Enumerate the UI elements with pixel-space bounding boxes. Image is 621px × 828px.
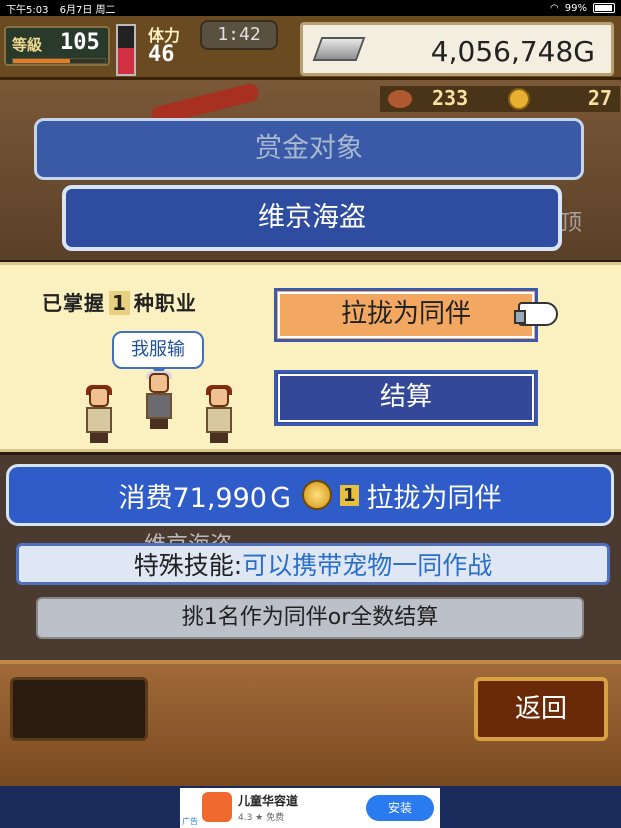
ad-tag: 广告 — [182, 817, 198, 826]
money-value: 4,056,748G — [430, 35, 595, 68]
pirate-character-right — [200, 385, 238, 443]
character-head — [209, 387, 229, 407]
recruit-button[interactable]: 拉拢为同伴 — [274, 288, 538, 342]
gold-coin-icon — [301, 480, 332, 510]
level-progress-fill — [13, 59, 71, 63]
jobs-mastered: 已掌握 1 种职业 — [42, 287, 197, 316]
sub-hud: 233 27 — [380, 86, 620, 112]
medal-count: 27 — [587, 86, 612, 110]
medal-icon — [508, 88, 530, 110]
pointing-hand-icon — [514, 302, 558, 326]
status-date: 6月7日 周二 — [59, 4, 116, 16]
fish-icon — [388, 90, 412, 108]
viking-character — [140, 371, 178, 429]
level-value: 105 — [60, 30, 100, 55]
pirate-character-left — [80, 385, 118, 443]
cost-prefix: 消费71,990Ｇ — [118, 482, 294, 514]
hint-bar: 挑1名作为同伴or全数结算 — [36, 597, 584, 639]
cost-suffix: 拉拢为同伴 — [366, 482, 502, 514]
character-head — [89, 387, 109, 407]
silver-bar-icon — [312, 37, 366, 61]
status-left: 下午5:03 6月7日 周二 — [6, 1, 124, 16]
jobs-count: 1 — [109, 291, 130, 315]
money-box: 4,056,748G — [300, 22, 614, 76]
skill-value: 可以携带宠物一同作战 — [242, 551, 493, 580]
character-legs — [150, 419, 168, 429]
fish-count: 233 — [432, 86, 469, 110]
stamina-fill — [118, 47, 134, 74]
character-body — [146, 393, 172, 419]
ad-app-icon — [202, 792, 232, 822]
bounty-title-bar: 赏金对象 — [34, 118, 584, 180]
status-time: 下午5:03 — [6, 4, 49, 16]
back-button[interactable]: 返回 — [474, 677, 608, 741]
level-progress-bar — [12, 58, 106, 64]
ad-rating: 4.3 ★ 免费 — [238, 813, 285, 823]
stamina-value: 46 — [148, 42, 175, 67]
status-right: ◠ 99% — [550, 3, 615, 14]
jobs-prefix: 已掌握 — [42, 291, 105, 315]
character-body — [86, 407, 112, 433]
battery-icon — [593, 3, 615, 13]
target-name-bar: 维京海盗 — [62, 185, 562, 251]
speech-bubble: 我服输 — [112, 331, 204, 376]
jobs-suffix: 种职业 — [133, 291, 197, 315]
character-legs — [90, 433, 108, 443]
settle-button[interactable]: 结算 — [274, 370, 538, 426]
ad-title: 儿童华容道 — [238, 794, 299, 808]
skill-label: 特殊技能: — [133, 551, 243, 580]
coin-count: 1 — [339, 484, 359, 506]
stamina-gauge — [116, 24, 136, 76]
battery-percent: 99% — [564, 2, 587, 14]
timer: 1:42 — [200, 20, 278, 50]
empty-slot — [10, 677, 148, 741]
character-legs — [210, 433, 228, 443]
ad-install-button[interactable]: 安装 — [366, 795, 434, 821]
character-head — [149, 373, 169, 393]
ad-banner[interactable]: 儿童华容道 4.3 ★ 免费 安装 广告 — [180, 788, 440, 828]
level-label: 等級 — [12, 36, 43, 54]
wifi-icon: ◠ — [550, 2, 559, 14]
level-box: 等級 105 — [4, 26, 110, 66]
background-text: 顶 — [560, 211, 583, 236]
cost-bar[interactable]: 消费71,990Ｇ 1 拉拢为同伴 — [6, 464, 614, 526]
character-body — [206, 407, 232, 433]
special-skill-bar: 特殊技能: 可以携带宠物一同作战 — [16, 543, 610, 585]
top-hud: 等級 105 体力 46 1:42 4,056,748G — [0, 16, 621, 80]
status-bar: 下午5:03 6月7日 周二 ◠ 99% — [0, 0, 621, 16]
